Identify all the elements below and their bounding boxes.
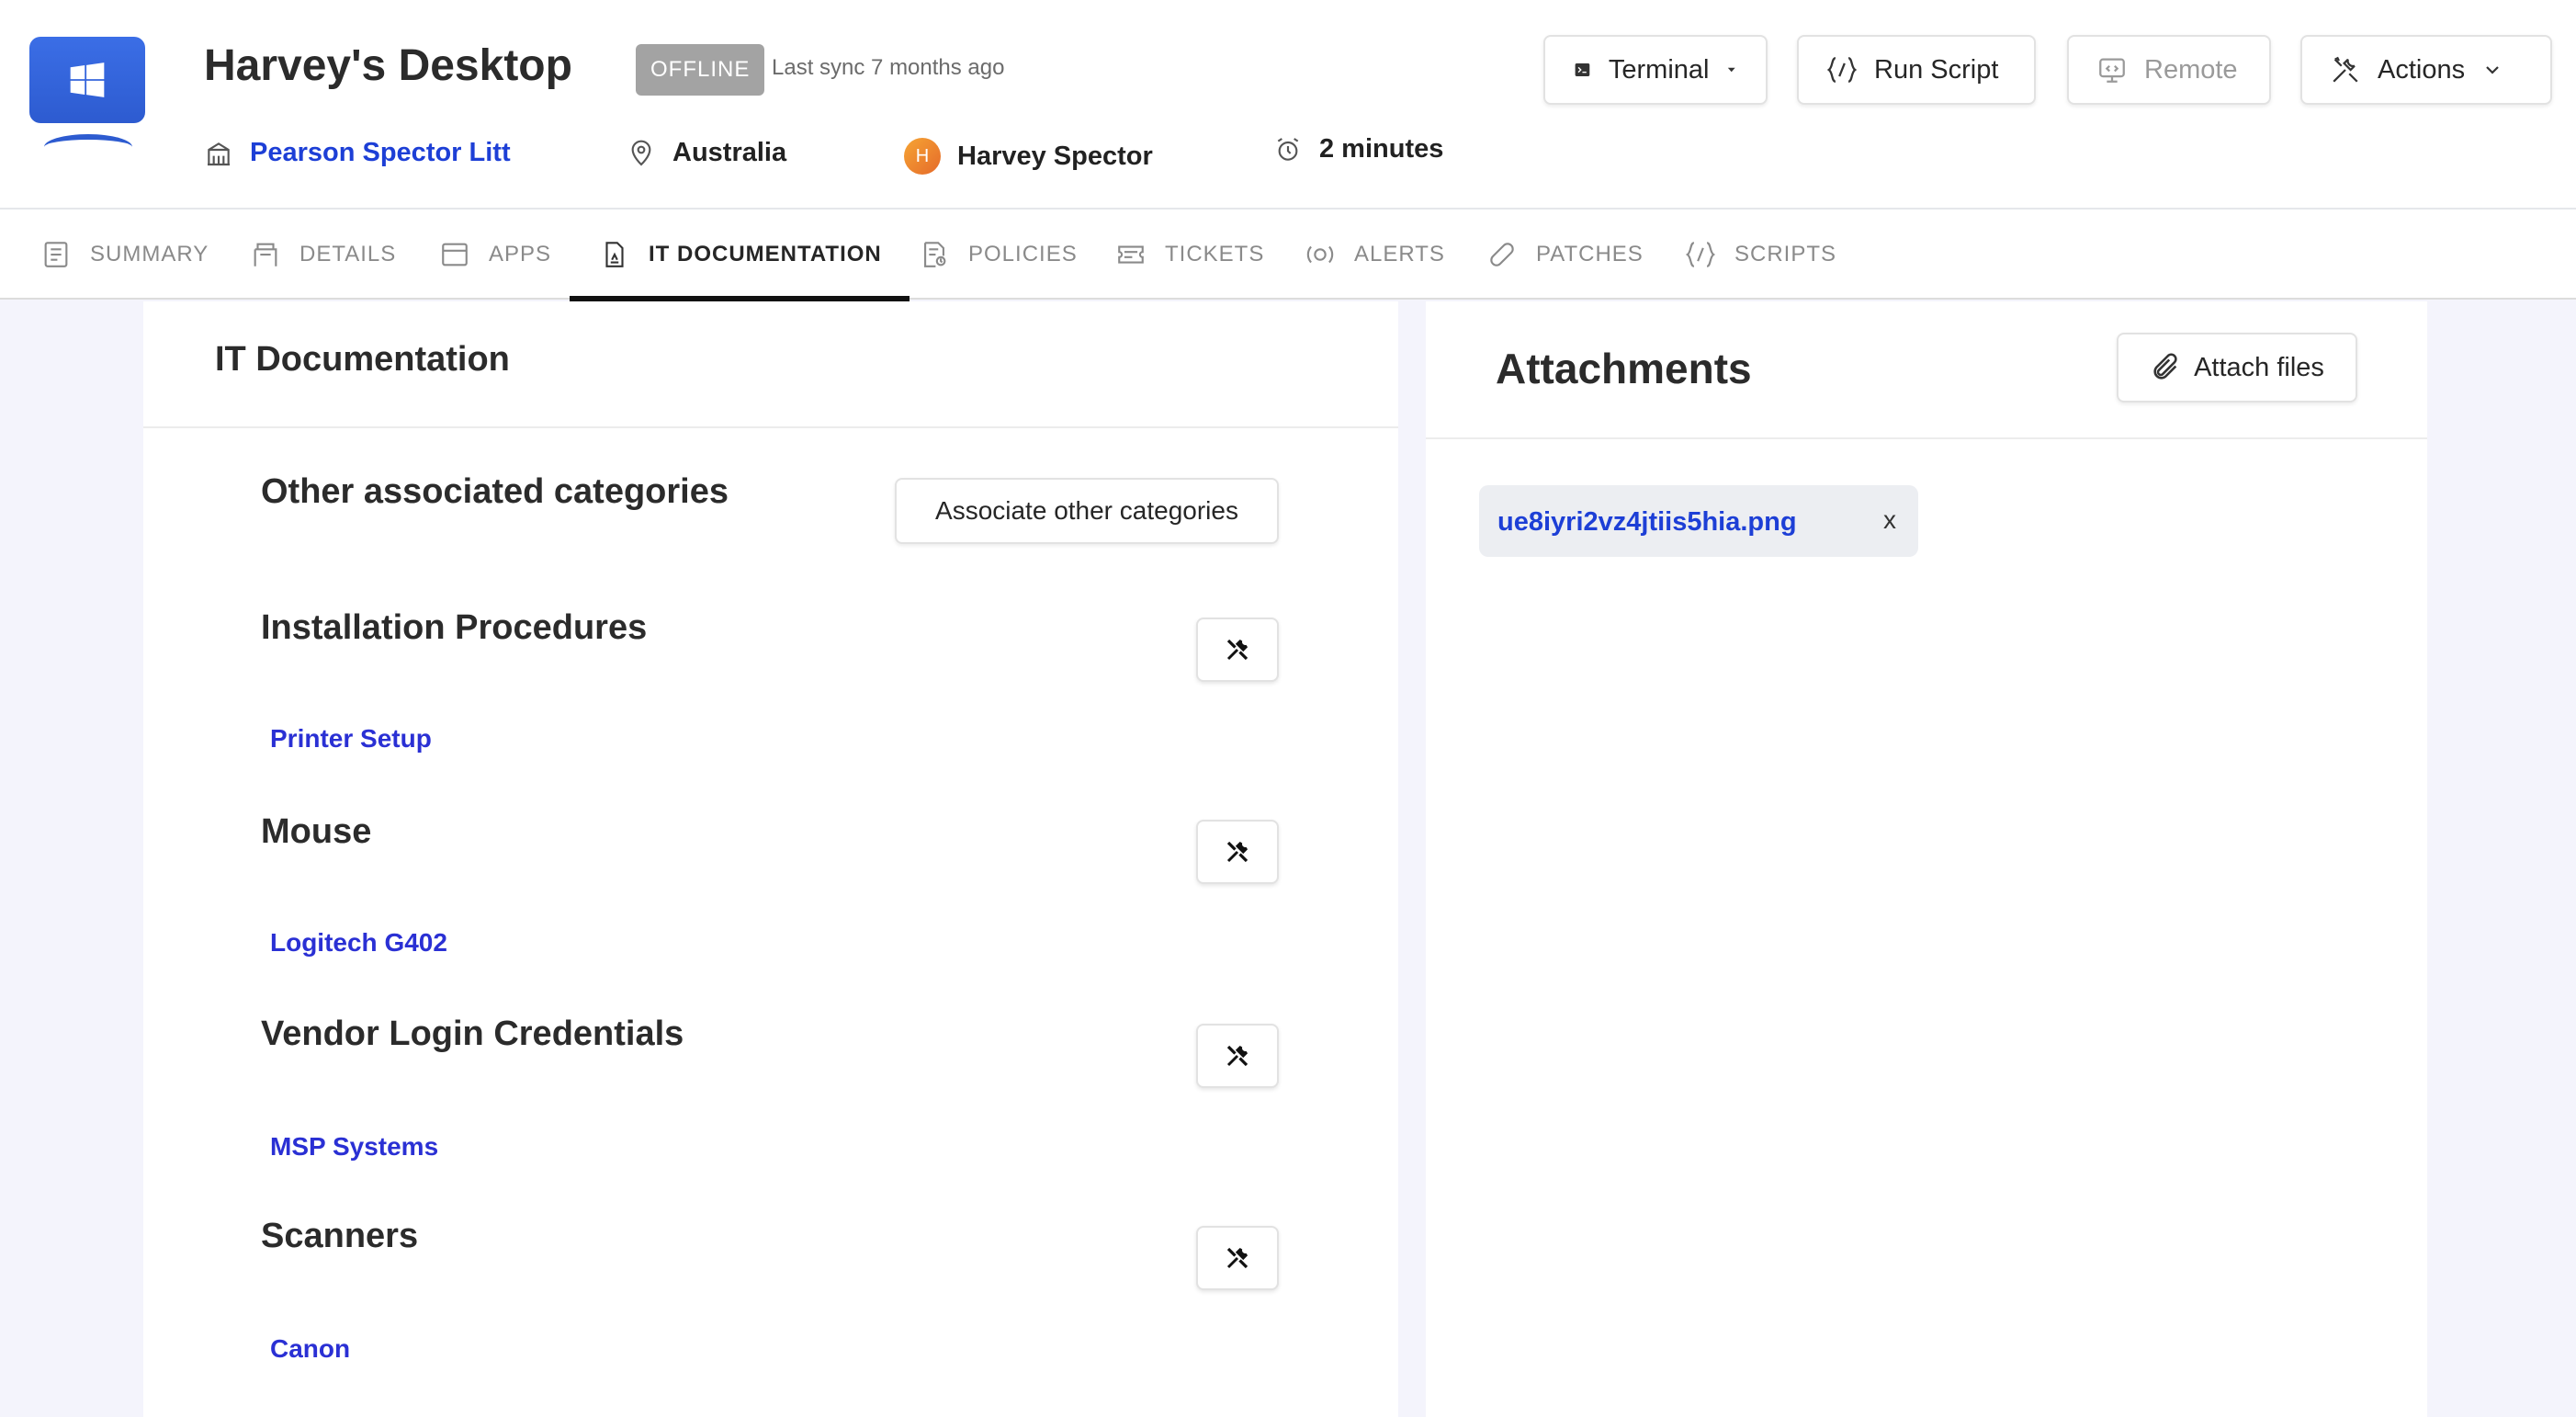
tools-icon [1226,1247,1248,1269]
apps-icon [442,243,468,266]
actions-label: Actions [2378,54,2466,85]
terminal-button[interactable]: Terminal [1543,35,1768,105]
tab-scripts[interactable]: SCRIPTS [1685,210,1836,300]
attachment-file-link[interactable]: ue8iyri2vz4jtiis5hia.png [1497,507,1797,538]
category-title: Vendor Login Credentials [261,1015,684,1053]
tab-it-documentation[interactable]: IT DOCUMENTATION [570,210,910,301]
attachments-panel: Attachments Attach files ue8iyri2vz4jtii… [1426,301,2427,1417]
run-script-button[interactable]: Run Script [1797,35,2036,105]
ticket-icon [1118,245,1144,264]
tab-alerts-label: ALERTS [1354,242,1445,266]
attachment-chip: ue8iyri2vz4jtiis5hia.png x [1479,485,1918,557]
run-script-label: Run Script [1874,54,1999,85]
category-title: Installation Procedures [261,608,648,647]
divider [143,426,1398,428]
windows-device-icon [29,37,145,123]
alert-icon [1306,245,1334,264]
tab-scripts-label: SCRIPTS [1734,242,1837,266]
category-item-link[interactable]: Printer Setup [270,724,432,754]
tab-it-documentation-label: IT DOCUMENTATION [649,242,882,266]
panel-title: IT Documentation [215,340,510,379]
uptime: 2 minutes [1273,134,1443,164]
details-icon [254,243,277,266]
divider [1426,437,2427,439]
country-name: Australia [672,138,787,167]
category-item-link[interactable]: Logitech G402 [270,928,447,958]
it-documentation-panel: IT Documentation Other associated catego… [143,301,1398,1417]
device-header: Harvey's Desktop OFFLINE Last sync 7 mon… [0,0,2576,210]
attach-files-button[interactable]: Attach files [2117,333,2357,402]
tab-apps[interactable]: APPS [439,210,551,300]
organization-name: Pearson Spector Litt [250,138,511,167]
location-pin-icon [631,140,651,165]
organization-link[interactable]: Pearson Spector Litt [204,138,511,168]
terminal-label: Terminal [1608,54,1710,85]
category-tools-button[interactable] [1196,618,1279,682]
tools-icon [1226,841,1248,863]
tools-icon [2333,56,2358,83]
tab-bar: SUMMARY DETAILS APPS IT DOCUMENTATION PO… [0,210,2576,301]
remove-attachment-button[interactable]: x [1876,504,1904,537]
location: Australia [627,138,786,168]
remote-monitor-icon [2099,58,2125,83]
attachments-title: Attachments [1496,345,1752,392]
last-sync-text: Last sync 7 months ago [772,55,1005,80]
tab-tickets[interactable]: TICKETS [1115,210,1264,300]
tab-patches-label: PATCHES [1536,242,1644,266]
uptime-value: 2 minutes [1319,134,1444,164]
summary-icon [44,242,68,267]
category-tools-button[interactable] [1196,1226,1279,1290]
script-icon [1826,57,1858,83]
paperclip-icon [2153,353,2177,380]
building-icon [208,142,230,165]
tab-summary[interactable]: SUMMARY [40,210,209,300]
category-title: Mouse [261,812,372,851]
associate-categories-button[interactable]: Associate other categories [895,478,1279,544]
tab-summary-label: SUMMARY [90,242,209,266]
tab-tickets-label: TICKETS [1165,242,1265,266]
tab-policies[interactable]: POLICIES [919,210,1078,300]
tab-patches[interactable]: PATCHES [1486,210,1644,300]
attach-files-label: Attach files [2194,352,2324,382]
tab-apps-label: APPS [489,242,552,266]
alarm-clock-icon [1277,137,1299,161]
caret-down-icon [1728,67,1736,73]
assigned-user: H Harvey Spector [904,138,1153,175]
tab-details[interactable]: DETAILS [250,210,396,300]
tab-policies-label: POLICIES [968,242,1078,266]
tab-details-label: DETAILS [299,242,397,266]
script-icon [1685,242,1716,267]
device-stand-icon [44,134,132,147]
tab-alerts[interactable]: ALERTS [1305,210,1445,300]
remote-label: Remote [2144,54,2238,85]
terminal-icon [1575,63,1590,76]
bandage-icon [1490,243,1514,266]
policies-icon [924,242,946,267]
chevron-down-icon [2486,66,2499,74]
remote-button[interactable]: Remote [2067,35,2271,105]
tools-icon [1226,639,1248,661]
category-item-link[interactable]: Canon [270,1334,350,1364]
status-badge: OFFLINE [636,44,765,96]
actions-button[interactable]: Actions [2300,35,2552,105]
category-tools-button[interactable] [1196,820,1279,884]
device-title: Harvey's Desktop [204,41,572,90]
category-title: Scanners [261,1217,419,1255]
category-item-link[interactable]: MSP Systems [270,1132,438,1162]
tools-icon [1226,1045,1248,1067]
category-tools-button[interactable] [1196,1024,1279,1088]
other-categories-title: Other associated categories [261,472,729,511]
avatar: H [904,138,941,175]
document-icon [605,242,624,267]
user-name: Harvey Spector [957,141,1153,171]
